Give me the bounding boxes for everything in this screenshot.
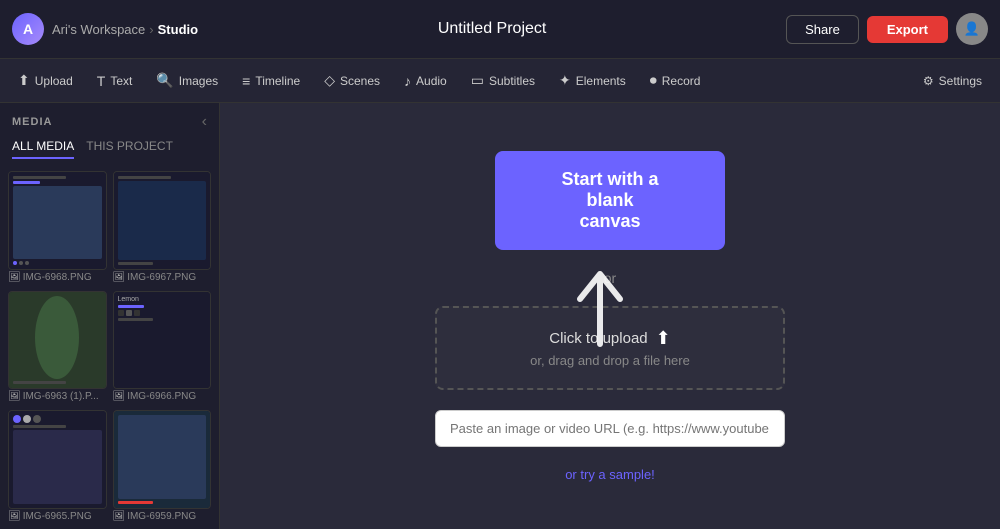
tab-this-project[interactable]: THIS PROJECT: [86, 139, 173, 159]
canvas-area: Start with a blank canvas or Click to up…: [220, 103, 1000, 529]
settings-label: Settings: [939, 74, 982, 88]
media-name: 🖼IMG-6959.PNG: [113, 509, 212, 524]
timeline-label: Timeline: [255, 74, 300, 88]
media-name: 🖼IMG-6965.PNG: [8, 509, 107, 524]
record-icon: ⏺: [650, 72, 657, 89]
upload-drop-icon: ⬆: [656, 328, 671, 349]
list-item[interactable]: 🖼IMG-6963 (1).P...: [8, 291, 107, 405]
scenes-label: Scenes: [340, 74, 380, 88]
sidebar-tabs: ALL MEDIA THIS PROJECT: [0, 135, 219, 167]
subtitles-tool[interactable]: ▭ Subtitles: [461, 67, 545, 94]
subtitles-icon: ▭: [471, 72, 484, 89]
sidebar-header: MEDIA ‹: [0, 103, 219, 135]
list-item[interactable]: 🖼IMG-6965.PNG: [8, 410, 107, 524]
list-item[interactable]: Lemon 🖼IMG-6966.PNG: [113, 291, 212, 405]
images-icon: 🔍: [156, 72, 173, 89]
workspace-link[interactable]: Ari's Workspace: [52, 22, 145, 37]
studio-label: Studio: [158, 22, 198, 37]
logo-avatar: A: [12, 13, 44, 45]
media-thumbnail: [113, 410, 212, 509]
timeline-tool[interactable]: ≡ Timeline: [232, 68, 310, 94]
sidebar-title: MEDIA: [12, 116, 52, 128]
url-input[interactable]: [435, 410, 785, 447]
images-label: Images: [179, 74, 218, 88]
try-sample-link[interactable]: or try a sample!: [565, 467, 655, 482]
media-thumbnail: [8, 291, 107, 390]
settings-icon: ⚙: [923, 74, 934, 88]
tab-all-media[interactable]: ALL MEDIA: [12, 139, 74, 159]
scenes-tool[interactable]: ◇ Scenes: [314, 67, 390, 94]
media-name: 🖼IMG-6968.PNG: [8, 270, 107, 285]
breadcrumb-sep: ›: [149, 22, 153, 37]
media-name: 🖼IMG-6963 (1).P...: [8, 389, 107, 404]
user-avatar[interactable]: 👤: [956, 13, 988, 45]
elements-tool[interactable]: ✦ Elements: [549, 67, 636, 94]
upload-label: Upload: [35, 74, 73, 88]
audio-label: Audio: [416, 74, 447, 88]
list-item[interactable]: 🖼IMG-6967.PNG: [113, 171, 212, 285]
scenes-icon: ◇: [324, 72, 335, 89]
record-tool[interactable]: ⏺ Record: [640, 67, 711, 94]
media-name: 🖼IMG-6966.PNG: [113, 389, 212, 404]
list-item[interactable]: 🖼IMG-6959.PNG: [113, 410, 212, 524]
topbar: A Ari's Workspace › Studio Untitled Proj…: [0, 0, 1000, 59]
media-thumbnail: [8, 171, 107, 270]
upload-icon: ⬆: [18, 72, 30, 89]
project-title[interactable]: Untitled Project: [206, 20, 778, 38]
export-button[interactable]: Export: [867, 16, 948, 43]
media-name: 🖼IMG-6967.PNG: [113, 270, 212, 285]
share-button[interactable]: Share: [786, 15, 859, 44]
text-tool[interactable]: T Text: [87, 68, 143, 94]
media-grid: 🖼IMG-6968.PNG 🖼IMG-6967.PNG: [0, 167, 219, 529]
audio-icon: ♪: [404, 73, 411, 89]
timeline-icon: ≡: [242, 73, 250, 89]
media-thumbnail: Lemon: [113, 291, 212, 390]
elements-label: Elements: [576, 74, 626, 88]
text-label: Text: [110, 74, 132, 88]
media-thumbnail: [8, 410, 107, 509]
breadcrumb: Ari's Workspace › Studio: [52, 22, 198, 37]
toolbar: ⬆ Upload T Text 🔍 Images ≡ Timeline ◇ Sc…: [0, 59, 1000, 103]
topbar-actions: Share Export 👤: [786, 13, 988, 45]
images-tool[interactable]: 🔍 Images: [146, 67, 228, 94]
start-blank-button[interactable]: Start with a blank canvas: [495, 151, 725, 250]
url-input-wrap: [435, 410, 785, 447]
record-label: Record: [662, 74, 701, 88]
upload-arrow: [570, 264, 630, 368]
upload-tool[interactable]: ⬆ Upload: [8, 67, 83, 94]
sidebar: MEDIA ‹ ALL MEDIA THIS PROJECT 🖼IMG-6968…: [0, 103, 220, 529]
audio-tool[interactable]: ♪ Audio: [394, 68, 457, 94]
subtitles-label: Subtitles: [489, 74, 535, 88]
list-item[interactable]: 🖼IMG-6968.PNG: [8, 171, 107, 285]
elements-icon: ✦: [559, 72, 571, 89]
media-thumbnail: [113, 171, 212, 270]
text-icon: T: [97, 73, 106, 89]
settings-tool[interactable]: ⚙ Settings: [913, 69, 992, 93]
main-content: MEDIA ‹ ALL MEDIA THIS PROJECT 🖼IMG-6968…: [0, 103, 1000, 529]
sidebar-collapse-button[interactable]: ‹: [202, 113, 207, 131]
